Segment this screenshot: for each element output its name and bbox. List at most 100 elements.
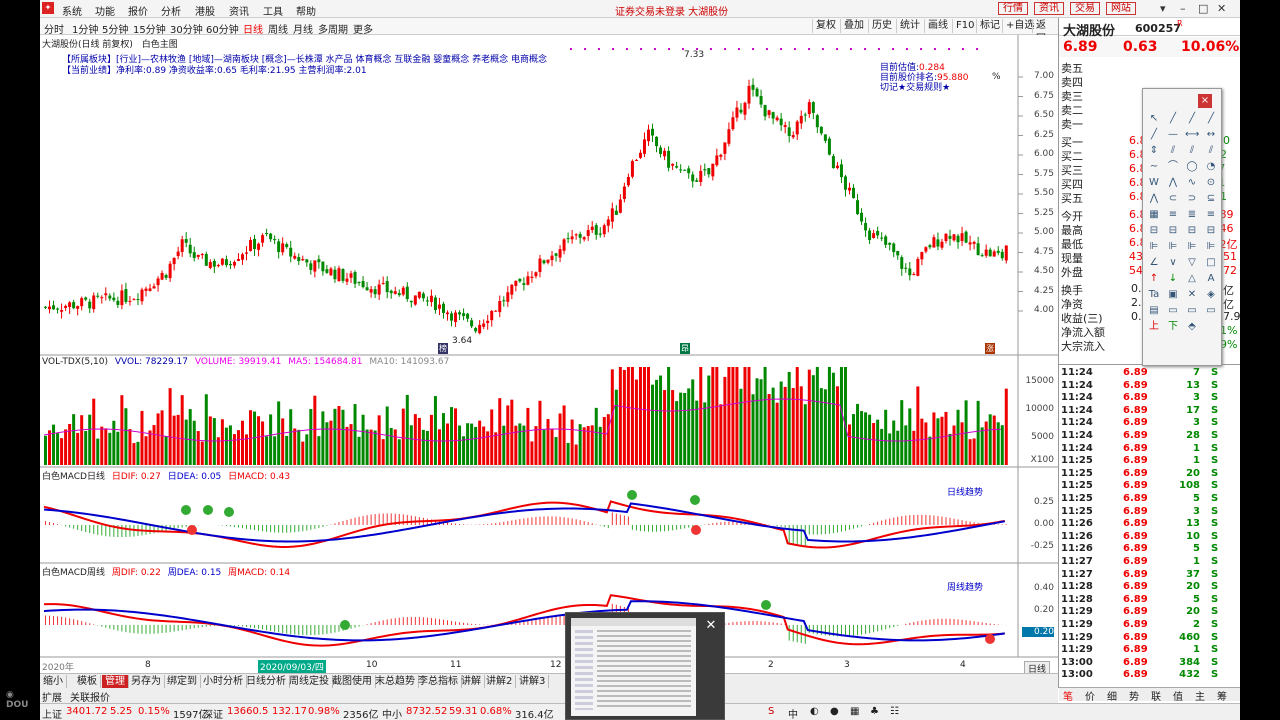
drawing-tool-icon[interactable]: ╱ — [1185, 113, 1199, 125]
drawing-tool-icon[interactable]: ╱ — [1204, 113, 1218, 125]
drawing-tool-icon[interactable]: ⊫ — [1185, 241, 1199, 253]
drawing-tool-icon[interactable]: ⊫ — [1204, 241, 1218, 253]
ime-moon-icon[interactable]: ◐ — [810, 706, 819, 717]
drawing-tool-icon[interactable]: ≡ — [1166, 209, 1180, 221]
drawing-tool-icon[interactable]: ▭ — [1204, 305, 1218, 317]
drawing-tool-icon[interactable]: ◔ — [1204, 161, 1218, 173]
period-60min[interactable]: 60分钟 — [206, 21, 239, 36]
drawing-tool-icon[interactable]: ↓ — [1166, 273, 1180, 285]
drawing-tool-icon[interactable]: ⟷ — [1185, 129, 1199, 141]
bottom-tab-manage[interactable]: 管理 — [102, 675, 129, 688]
bottom-tab-lesson3[interactable]: 讲解3 — [516, 675, 550, 688]
drawing-tool-icon[interactable] — [1204, 337, 1218, 349]
menu-item-quote[interactable]: 报价 — [128, 3, 148, 18]
toolbar-stats-button[interactable]: 统计 — [896, 19, 923, 33]
drawing-tool-icon[interactable]: ⊂ — [1166, 193, 1180, 205]
toolbar-overlay-button[interactable]: 叠加 — [840, 19, 867, 33]
drawing-tool-icon[interactable]: A — [1204, 273, 1218, 285]
maximize-icon[interactable]: □ — [1198, 2, 1208, 15]
drawing-tool-icon[interactable] — [1147, 337, 1161, 349]
macd-day-title[interactable]: 白色MACD日线 — [42, 472, 105, 482]
top-tab-news[interactable]: 资讯 — [1034, 2, 1064, 15]
toolbar-f10-button[interactable]: F10 — [952, 19, 977, 33]
toolbar-mark-button[interactable]: 标记 — [976, 19, 1003, 33]
bottom-tab-template[interactable]: 模板 — [74, 675, 101, 688]
quote-tab[interactable]: 筹 — [1217, 688, 1227, 703]
macd-week-title[interactable]: 白色MACD周线 — [42, 568, 105, 578]
bottom-tab-screenshot[interactable]: 截图使用 — [329, 675, 376, 688]
drawing-tool-icon[interactable]: ⬘ — [1185, 321, 1199, 333]
drawing-tool-icon[interactable]: ⊙ — [1204, 177, 1218, 189]
drawing-tool-icon[interactable]: □ — [1204, 257, 1218, 269]
drawing-tool-icon[interactable]: ▦ — [1147, 209, 1161, 221]
drawing-tool-icon[interactable]: ⫽ — [1204, 145, 1218, 157]
top-tab-trade[interactable]: 交易 — [1070, 2, 1100, 15]
period-multi[interactable]: 多周期 — [318, 21, 348, 36]
ime-tools-icon[interactable]: ☷ — [890, 706, 899, 717]
period-15min[interactable]: 15分钟 — [133, 21, 166, 36]
menu-item-hk[interactable]: 港股 — [195, 3, 215, 18]
bottom-tab-shrink[interactable]: 缩小 — [40, 675, 67, 688]
toolbar-back-button[interactable]: 返回 — [1032, 19, 1058, 45]
period-tick[interactable]: 分时 — [44, 21, 64, 36]
taskbar-thumbnail[interactable]: ✕ — [565, 612, 725, 720]
drawing-tool-icon[interactable]: Ta — [1147, 289, 1161, 301]
chart-area[interactable]: 大湖股份(日线 前复权) 白色主图 【所属板块】[行业]—农林牧渔 [地域]—湖… — [40, 35, 1058, 676]
window-menu-icon[interactable]: ▾ — [1160, 2, 1166, 15]
ime-mic-icon[interactable]: ● — [830, 706, 839, 717]
drawing-tool-icon[interactable]: ⊫ — [1147, 241, 1161, 253]
drawing-tool-icon[interactable] — [1185, 337, 1199, 349]
drawing-tool-icon[interactable]: ▽ — [1185, 257, 1199, 269]
period-1min[interactable]: 1分钟 — [72, 21, 98, 36]
drawing-tool-icon[interactable]: ⋀ — [1166, 177, 1180, 189]
volume-title[interactable]: VOL-TDX(5,10) — [42, 357, 108, 367]
bottom-tab-indicator[interactable]: 李总指标 — [415, 675, 462, 688]
flag-left[interactable]: 榜 — [438, 343, 448, 354]
top-tab-website[interactable]: 网站 — [1106, 2, 1136, 15]
thumbnail-close-icon[interactable]: ✕ — [702, 617, 720, 635]
menu-item-function[interactable]: 功能 — [95, 3, 115, 18]
close-icon[interactable]: ✕ — [1217, 2, 1226, 15]
drawing-tool-icon[interactable]: ⌒ — [1166, 161, 1180, 173]
bottom-tab-lesson2[interactable]: 讲解2 — [483, 675, 517, 688]
drawing-tool-icon[interactable]: ⊟ — [1204, 225, 1218, 237]
drawing-tool-icon[interactable]: ⊃ — [1185, 193, 1199, 205]
period-day[interactable]: 日线 — [243, 21, 263, 36]
drawing-tool-icon[interactable]: ▭ — [1166, 305, 1180, 317]
bottom-tab-hour[interactable]: 小时分析 — [200, 675, 247, 688]
toolbar-history-button[interactable]: 历史 — [868, 19, 895, 33]
ime-keyboard-icon[interactable]: ▦ — [850, 706, 859, 717]
quote-tab[interactable]: 细 — [1107, 688, 1117, 703]
bottom-tab-bind[interactable]: 绑定到 — [164, 675, 201, 688]
drawing-tool-icon[interactable] — [1204, 321, 1218, 333]
drawing-tool-icon[interactable]: 上 — [1147, 321, 1161, 333]
quote-tab[interactable]: 势 — [1129, 688, 1139, 703]
ime-shirt-icon[interactable]: ♣ — [870, 706, 879, 717]
drawing-tool-icon[interactable]: ↑ — [1147, 273, 1161, 285]
drawing-tool-icon[interactable]: △ — [1185, 273, 1199, 285]
menu-item-help[interactable]: 帮助 — [296, 3, 316, 18]
drawing-tool-icon[interactable]: ▤ — [1147, 305, 1161, 317]
quote-tab[interactable]: 联 — [1151, 688, 1161, 703]
menu-item-news[interactable]: 资讯 — [229, 3, 249, 18]
drawing-tool-icon[interactable]: — — [1166, 129, 1180, 141]
drawing-tool-icon[interactable]: ⋀ — [1147, 193, 1161, 205]
drawing-tool-icon[interactable]: ▭ — [1185, 305, 1199, 317]
bottom-tab-week[interactable]: 周线定投 — [286, 675, 333, 688]
drawing-tool-icon[interactable]: ▣ — [1166, 289, 1180, 301]
quote-tab[interactable]: 笔 — [1063, 688, 1073, 703]
drawing-tool-icon[interactable]: ∨ — [1166, 257, 1180, 269]
drawing-tool-icon[interactable]: ╱ — [1147, 129, 1161, 141]
drawing-tool-icon[interactable] — [1166, 337, 1180, 349]
flag-mid[interactable]: 昂 — [680, 343, 690, 354]
drawing-tool-icon[interactable]: ∠ — [1147, 257, 1161, 269]
period-more[interactable]: 更多 — [353, 21, 373, 36]
bottom-tab-lesson[interactable]: 讲解 — [458, 675, 485, 688]
ime-s-icon[interactable]: S — [768, 706, 774, 717]
period-week[interactable]: 周线 — [268, 21, 288, 36]
drawing-tool-icon[interactable]: ⫽ — [1166, 145, 1180, 157]
flag-right[interactable]: 涨 — [985, 343, 995, 354]
tools-close-icon[interactable]: × — [1198, 94, 1212, 108]
menu-item-analysis[interactable]: 分析 — [161, 3, 181, 18]
drawing-tool-icon[interactable]: W — [1147, 177, 1161, 189]
